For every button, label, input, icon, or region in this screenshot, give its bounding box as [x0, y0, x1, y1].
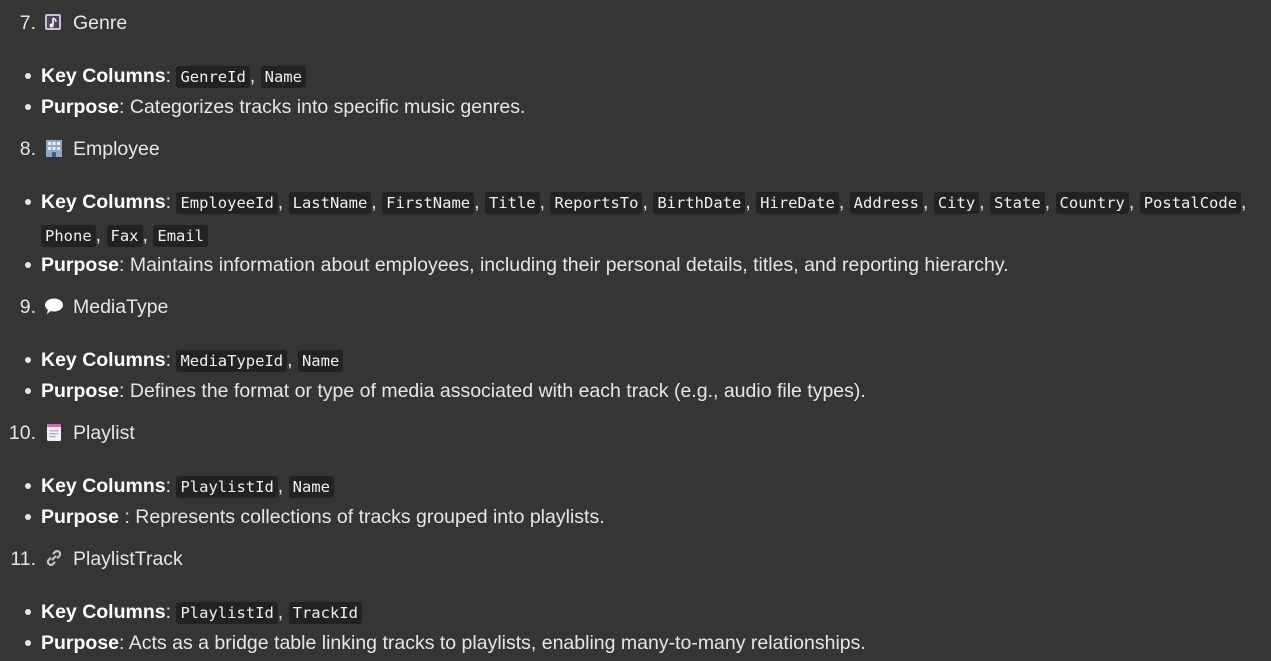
purpose-item: Purpose: Maintains information about emp…: [25, 249, 1267, 281]
column-code: Name: [260, 66, 306, 88]
section-heading: 8. Employee: [0, 134, 160, 164]
column-code: TrackId: [288, 602, 362, 624]
section-title: MediaType: [73, 296, 169, 318]
key-columns-item: Key Columns: MediaTypeId, Name: [25, 344, 1267, 377]
column-code: EmployeeId: [176, 192, 278, 214]
section-title: Employee: [73, 138, 160, 160]
list-number: 10.: [8, 422, 36, 444]
section-title: Genre: [73, 12, 128, 34]
column-code: Country: [1055, 192, 1129, 214]
list-number: 8.: [19, 138, 36, 160]
column-code: PlaylistId: [176, 476, 278, 498]
schema-description: 7. Genre Key Columns: GenreId, Name Purpo…: [0, 0, 1271, 661]
list-number: 11.: [10, 548, 36, 570]
column-code: PostalCode: [1139, 192, 1242, 214]
column-code: Name: [297, 350, 344, 372]
column-code: BirthDate: [653, 192, 746, 214]
key-columns-item: Key Columns: PlaylistId, Name: [25, 470, 1267, 503]
column-code: State: [990, 192, 1045, 214]
music-score-icon: [45, 14, 61, 30]
section-heading: 7. Genre: [0, 8, 127, 38]
list-number: 9.: [19, 296, 36, 318]
column-code: Title: [484, 192, 540, 214]
column-code: FirstName: [382, 192, 475, 214]
purpose-item: Purpose: Categorizes tracks into specifi…: [25, 91, 1267, 123]
section-heading: 11. PlaylistTrack: [0, 544, 183, 574]
section-heading: 10. Playlist: [0, 418, 135, 448]
column-code: ReportsTo: [550, 192, 643, 214]
column-code: LastName: [288, 192, 372, 214]
section-title: PlaylistTrack: [73, 548, 183, 570]
link-icon: [46, 550, 62, 566]
purpose-item: Purpose: Acts as a bridge table linking …: [25, 627, 1267, 659]
purpose-item: Purpose: Defines the format or type of m…: [25, 375, 1267, 407]
column-code: Name: [288, 476, 334, 498]
list-number: 7.: [19, 12, 36, 34]
column-code: Fax: [106, 225, 143, 247]
notepad-icon: [47, 424, 61, 441]
column-code: City: [933, 192, 980, 214]
key-columns-item: Key Columns: EmployeeId, LastName, First…: [25, 186, 1267, 252]
column-code: HireDate: [756, 192, 839, 214]
column-code: GenreId: [176, 66, 250, 88]
key-columns-item: Key Columns: GenreId, Name: [25, 60, 1267, 93]
key-columns-item: Key Columns: PlaylistId, TrackId: [25, 596, 1267, 629]
column-code: MediaTypeId: [176, 350, 288, 372]
column-code: Phone: [41, 225, 96, 247]
section-heading: 9. MediaType: [0, 292, 169, 322]
speech-bubble-icon: [45, 298, 63, 314]
office-building-icon: [46, 140, 62, 157]
column-code: Email: [153, 225, 209, 247]
purpose-item: Purpose : Represents collections of trac…: [25, 501, 1267, 533]
column-code: Address: [849, 192, 923, 214]
section-title: Playlist: [73, 422, 135, 444]
column-code: PlaylistId: [176, 602, 278, 624]
